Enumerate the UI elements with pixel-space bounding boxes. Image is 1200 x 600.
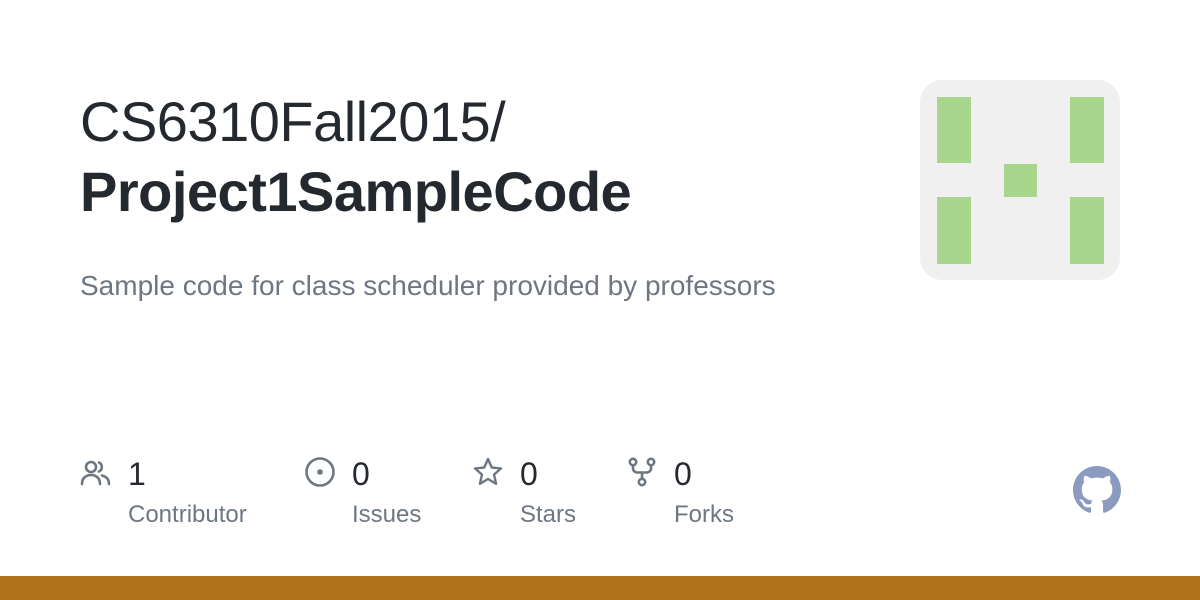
issue-opened-icon <box>305 457 335 487</box>
language-color-bar <box>0 576 1200 600</box>
identicon-graphic <box>937 97 1104 264</box>
stat-contributors-count: 1 <box>128 456 146 492</box>
repo-owner: CS6310Fall2015/ <box>80 90 506 153</box>
stat-forks-count: 0 <box>674 456 692 492</box>
repo-forked-icon <box>628 457 656 487</box>
stat-contributors-label: Contributor <box>128 501 247 528</box>
stat-stars-count: 0 <box>520 456 538 492</box>
stat-forks-label: Forks <box>674 501 734 528</box>
repo-name: Project1SampleCode <box>80 160 632 223</box>
repo-description: Sample code for class scheduler provided… <box>80 270 776 301</box>
stat-issues-count: 0 <box>352 456 370 492</box>
github-logo-icon <box>1073 466 1121 513</box>
repo-social-card: CS6310Fall2015/ Project1SampleCode Sampl… <box>0 0 1200 600</box>
stat-stars-label: Stars <box>520 501 577 528</box>
owner-avatar-identicon <box>920 80 1120 280</box>
star-icon <box>473 457 503 485</box>
people-icon <box>80 460 111 486</box>
stat-issues-label: Issues <box>352 501 422 528</box>
